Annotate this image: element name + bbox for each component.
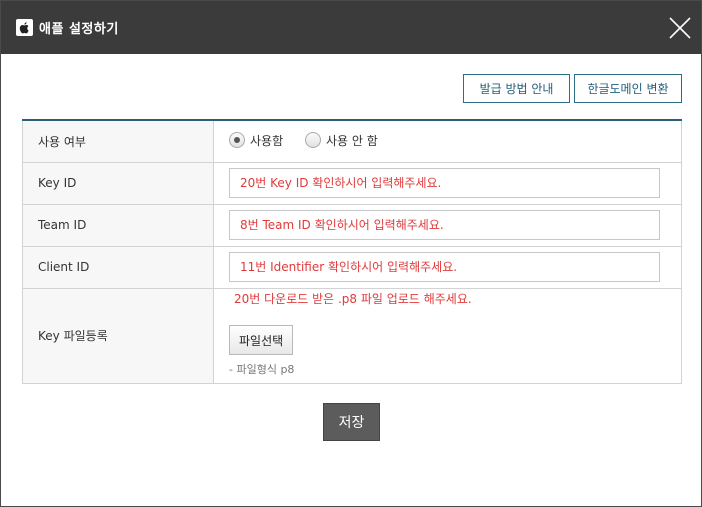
radio-use[interactable]: 사용함 [229,132,283,149]
table-row: Client ID [22,245,682,289]
korean-domain-convert-button[interactable]: 한글도메인 변환 [574,74,682,103]
team-id-input[interactable] [229,210,660,240]
table-row: 사용 여부 사용함 사용 안 함 [22,119,682,163]
key-file-label: Key 파일등록 [22,287,214,384]
client-id-label: Client ID [22,245,214,289]
client-id-input[interactable] [229,252,660,282]
modal-title: 애플 설정하기 [39,22,119,37]
radio-checked-icon[interactable] [229,132,245,148]
file-format-hint: - 파일형식 p8 [229,363,295,376]
table-row: Team ID [22,203,682,247]
settings-table: 사용 여부 사용함 사용 안 함 Key ID Team ID [22,119,682,384]
team-id-label: Team ID [22,203,214,247]
radio-use-label: 사용함 [250,133,284,148]
close-icon[interactable] [669,17,691,39]
title-bar: 애플 설정하기 [1,1,701,54]
issue-guide-button[interactable]: 발급 방법 안내 [463,74,570,103]
radio-not-use[interactable]: 사용 안 함 [304,132,378,149]
key-file-note: 20번 다운로드 받은 .p8 파일 업로드 해주세요. [234,292,472,306]
usage-label: 사용 여부 [22,119,214,163]
save-button[interactable]: 저장 [323,403,380,441]
apple-settings-modal: 애플 설정하기 발급 방법 안내 한글도메인 변환 사용 여부 사용함 사용 안… [0,0,702,507]
key-id-input[interactable] [229,168,660,198]
radio-unchecked-icon[interactable] [304,132,321,148]
file-select-button[interactable]: 파일선택 [229,325,294,355]
table-row: Key 파일등록 20번 다운로드 받은 .p8 파일 업로드 해주세요. 파일… [22,287,682,384]
key-id-label: Key ID [22,161,214,205]
apple-logo-icon [16,19,33,36]
table-row: Key ID [22,161,682,205]
radio-not-use-label: 사용 안 함 [325,133,378,148]
